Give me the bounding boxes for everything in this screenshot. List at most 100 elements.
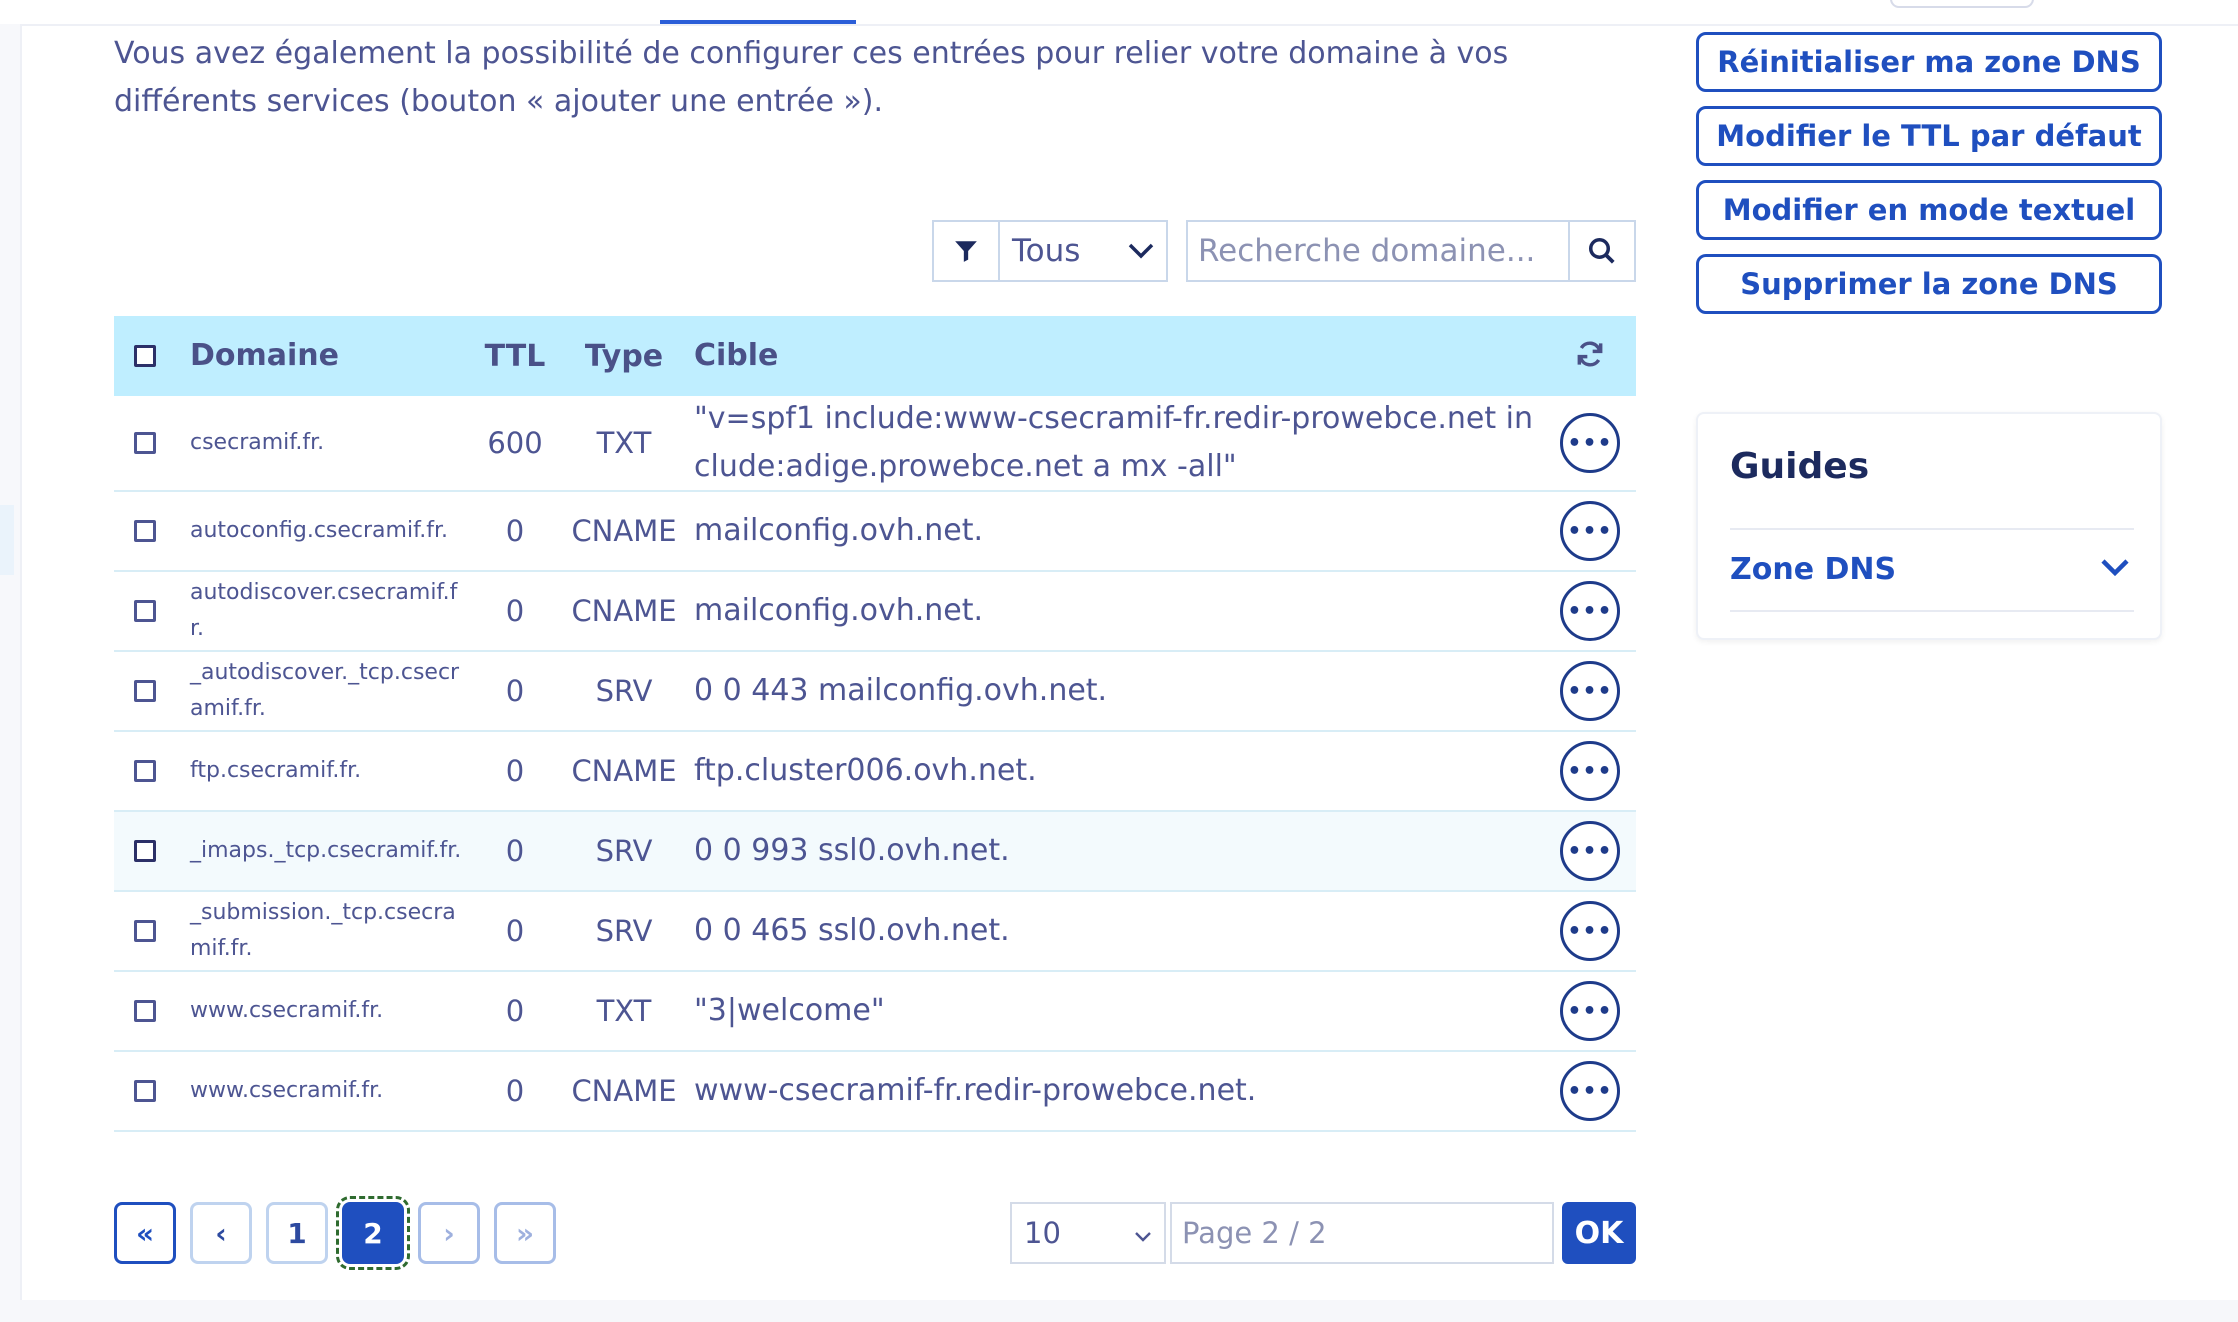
left-sidebar-rail <box>0 24 22 1322</box>
search-button[interactable] <box>1568 222 1634 280</box>
record-ttl: 0 <box>505 994 525 1028</box>
chevron-down-icon[interactable] <box>2098 552 2132 586</box>
row-actions-button[interactable]: ••• <box>1560 901 1620 961</box>
per-page-select[interactable]: 10 <box>1010 1202 1166 1264</box>
select-all-checkbox[interactable] <box>134 345 156 367</box>
record-target: 0 0 465 ssl0.ovh.net. <box>694 913 1010 948</box>
row-checkbox[interactable] <box>134 760 156 782</box>
refresh-icon[interactable] <box>1574 338 1606 374</box>
table-row: autodiscover.csecramif.fr. 0 CNAME mailc… <box>114 572 1636 652</box>
last-page-button[interactable]: » <box>494 1202 556 1264</box>
search-icon <box>1589 238 1615 264</box>
domain-search-input[interactable] <box>1188 222 1568 280</box>
record-domain: _submission._tcp.csecramif.fr. <box>190 900 456 961</box>
row-actions-button[interactable]: ••• <box>1560 981 1620 1041</box>
table-row: _submission._tcp.csecramif.fr. 0 SRV 0 0… <box>114 892 1636 972</box>
divider <box>1730 528 2134 530</box>
record-type: CNAME <box>571 594 677 628</box>
delete-dns-zone-button[interactable]: Supprimer la zone DNS <box>1696 254 2162 314</box>
table-row: ftp.csecramif.fr. 0 CNAME ftp.cluster006… <box>114 732 1636 812</box>
table-row: autoconfig.csecramif.fr. 0 CNAME mailcon… <box>114 492 1636 572</box>
table-row: www.csecramif.fr. 0 TXT "3|welcome" ••• <box>114 972 1636 1052</box>
row-checkbox[interactable] <box>134 920 156 942</box>
chevron-down-icon <box>1116 222 1166 280</box>
page-1-button[interactable]: 1 <box>266 1202 328 1264</box>
record-domain: ftp.csecramif.fr. <box>190 758 362 783</box>
record-type: SRV <box>595 834 653 868</box>
row-actions-button[interactable]: ••• <box>1560 821 1620 881</box>
go-to-page-button[interactable]: OK <box>1562 1202 1636 1264</box>
row-actions-button[interactable]: ••• <box>1560 661 1620 721</box>
active-tab-indicator <box>660 20 856 24</box>
record-type: CNAME <box>571 1074 677 1108</box>
column-header-domain[interactable]: Domaine <box>176 338 466 374</box>
row-checkbox[interactable] <box>134 520 156 542</box>
record-domain: _imaps._tcp.csecramif.fr. <box>190 838 462 863</box>
row-checkbox[interactable] <box>134 1000 156 1022</box>
table-header: Domaine TTL Type Cible <box>114 316 1636 396</box>
record-domain: www.csecramif.fr. <box>190 1078 384 1103</box>
record-domain: autodiscover.csecramif.fr. <box>190 580 458 641</box>
bottom-band <box>20 1300 2238 1322</box>
record-ttl: 0 <box>505 914 525 948</box>
record-target: ftp.cluster006.ovh.net. <box>694 753 1037 788</box>
record-domain: csecramif.fr. <box>190 430 325 455</box>
record-target: "v=spf1 include:www-csecramif-fr.redir-p… <box>694 401 1534 484</box>
row-checkbox[interactable] <box>134 1080 156 1102</box>
record-type: SRV <box>595 914 653 948</box>
page-number-input[interactable]: Page 2 / 2 <box>1170 1202 1554 1264</box>
row-actions-button[interactable]: ••• <box>1560 741 1620 801</box>
guides-title: Guides <box>1730 446 1870 487</box>
record-ttl: 0 <box>505 514 525 548</box>
record-type: SRV <box>595 674 653 708</box>
row-checkbox[interactable] <box>134 680 156 702</box>
row-actions-button[interactable]: ••• <box>1560 1061 1620 1121</box>
record-ttl: 0 <box>505 834 525 868</box>
next-page-button[interactable]: › <box>418 1202 480 1264</box>
chevron-down-icon <box>1134 1216 1152 1250</box>
record-type: TXT <box>596 994 652 1028</box>
record-ttl: 600 <box>487 426 543 460</box>
type-filter-select[interactable]: Tous <box>932 220 1168 282</box>
record-target: mailconfig.ovh.net. <box>694 593 984 628</box>
row-checkbox[interactable] <box>134 432 156 454</box>
divider <box>1730 610 2134 612</box>
row-actions-button[interactable]: ••• <box>1560 413 1620 473</box>
record-target: www-csecramif-fr.redir-prowebce.net. <box>694 1073 1257 1108</box>
table-row: csecramif.fr. 600 TXT "v=spf1 include:ww… <box>114 396 1636 492</box>
record-target: "3|welcome" <box>694 993 885 1028</box>
column-header-type[interactable]: Type <box>564 339 684 374</box>
per-page-value: 10 <box>1024 1216 1061 1250</box>
intro-text: Vous avez également la possibilité de co… <box>114 36 1509 119</box>
table-row: _autodiscover._tcp.csecramif.fr. 0 SRV 0… <box>114 652 1636 732</box>
top-right-button-edge[interactable] <box>1890 0 2034 8</box>
filter-selected-value: Tous <box>1012 233 1081 269</box>
previous-page-button[interactable]: ‹ <box>190 1202 252 1264</box>
record-ttl: 0 <box>505 754 525 788</box>
guide-zone-dns-link[interactable]: Zone DNS <box>1730 552 1896 587</box>
reset-dns-zone-button[interactable]: Réinitialiser ma zone DNS <box>1696 32 2162 92</box>
column-header-ttl[interactable]: TTL <box>466 339 564 374</box>
record-target: 0 0 993 ssl0.ovh.net. <box>694 833 1010 868</box>
record-type: CNAME <box>571 754 677 788</box>
row-checkbox[interactable] <box>134 840 156 862</box>
first-page-button[interactable]: « <box>114 1202 176 1264</box>
row-actions-button[interactable]: ••• <box>1560 581 1620 641</box>
record-type: CNAME <box>571 514 677 548</box>
record-domain: _autodiscover._tcp.csecramif.fr. <box>190 660 460 721</box>
column-header-target[interactable]: Cible <box>684 332 1544 380</box>
record-type: TXT <box>596 426 652 460</box>
edit-text-mode-button[interactable]: Modifier en mode textuel <box>1696 180 2162 240</box>
row-checkbox[interactable] <box>134 600 156 622</box>
table-row: _imaps._tcp.csecramif.fr. 0 SRV 0 0 993 … <box>114 812 1636 892</box>
page-2-button[interactable]: 2 <box>336 1196 410 1270</box>
table-row: www.csecramif.fr. 0 CNAME www-csecramif-… <box>114 1052 1636 1132</box>
domain-search <box>1186 220 1636 282</box>
dns-records-table: Domaine TTL Type Cible csecramif.fr. 600… <box>114 316 1636 1132</box>
record-ttl: 0 <box>505 1074 525 1108</box>
left-sidebar-active-marker <box>0 505 14 575</box>
edit-default-ttl-button[interactable]: Modifier le TTL par défaut <box>1696 106 2162 166</box>
filter-icon <box>934 222 1000 280</box>
row-actions-button[interactable]: ••• <box>1560 501 1620 561</box>
record-ttl: 0 <box>505 594 525 628</box>
